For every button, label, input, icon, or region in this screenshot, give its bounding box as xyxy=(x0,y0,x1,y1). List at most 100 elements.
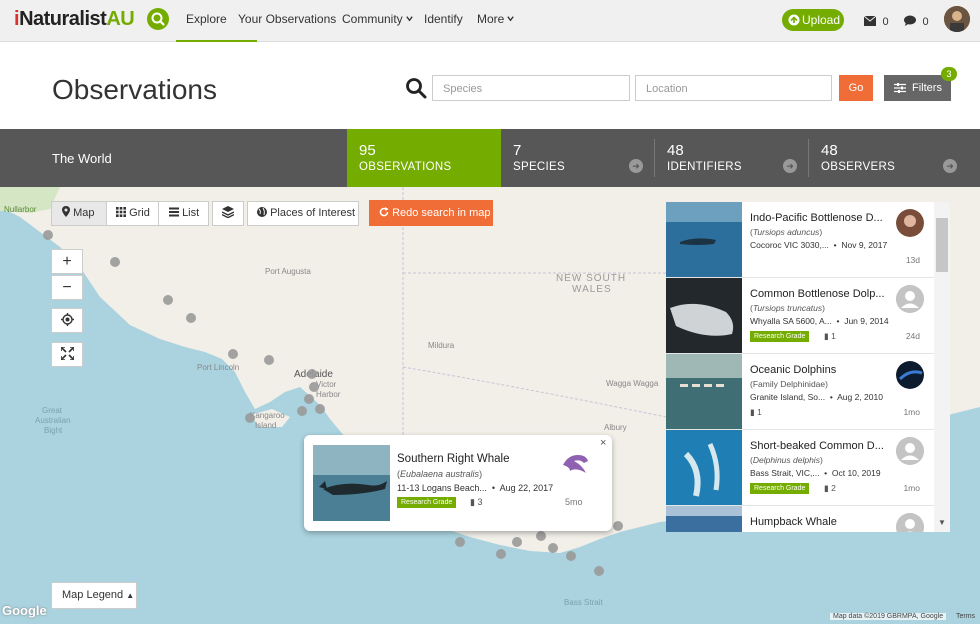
observation-marker[interactable] xyxy=(264,355,274,365)
globe-icon xyxy=(257,207,267,217)
grid-view-toggle[interactable]: Grid xyxy=(106,201,159,226)
arrow-right-icon: ➜ xyxy=(629,159,643,173)
list-item[interactable]: Short-beaked Common D... (Delphinus delp… xyxy=(666,430,950,506)
map-label: Great xyxy=(42,406,63,415)
observation-marker[interactable] xyxy=(43,230,53,240)
observation-marker[interactable] xyxy=(307,369,317,379)
species-input[interactable]: Species xyxy=(432,75,630,101)
observation-popup[interactable]: Southern Right Whale (Eubalaena australi… xyxy=(304,435,612,531)
observation-marker[interactable] xyxy=(315,404,325,414)
upload-button[interactable]: Upload xyxy=(782,9,844,31)
site-logo[interactable]: iNaturalistAU xyxy=(14,8,135,31)
location-input[interactable]: Location xyxy=(635,75,832,101)
map-view-toggle[interactable]: Map xyxy=(51,201,107,226)
observation-marker[interactable] xyxy=(297,406,307,416)
messages-link[interactable]: 0 xyxy=(863,13,889,31)
filters-button[interactable]: Filters xyxy=(884,75,951,101)
arrow-right-icon: ➜ xyxy=(783,159,797,173)
filters-count-badge: 3 xyxy=(941,67,957,81)
stat-species[interactable]: 7 SPECIES ➜ xyxy=(501,129,655,187)
nav-search-button[interactable] xyxy=(147,8,169,30)
user-avatar[interactable] xyxy=(944,6,970,32)
nav-community[interactable]: Community xyxy=(342,12,414,26)
refresh-icon xyxy=(379,207,389,217)
popup-ids-count: ▮ 3 xyxy=(470,497,483,507)
list-view-toggle[interactable]: List xyxy=(158,201,209,226)
observation-list[interactable]: Indo-Pacific Bottlenose D... (Tursiops a… xyxy=(666,202,950,532)
observation-marker[interactable] xyxy=(309,382,319,392)
notifications-link[interactable]: 0 xyxy=(904,13,929,31)
default-avatar-icon[interactable] xyxy=(896,437,924,465)
map-label: Bass Strait xyxy=(564,598,603,607)
zoom-in-button[interactable]: + xyxy=(51,249,83,274)
stat-observers[interactable]: 48 OBSERVERS ➜ xyxy=(809,129,969,187)
observation-marker[interactable] xyxy=(536,531,546,541)
user-avatar[interactable] xyxy=(896,361,924,389)
google-logo: Google xyxy=(2,603,47,618)
nav-more[interactable]: More xyxy=(477,12,515,26)
scroll-down-icon[interactable]: ▼ xyxy=(938,518,946,527)
top-navbar: iNaturalistAU Explore Your Observations … xyxy=(0,0,980,42)
map-pin-icon xyxy=(62,206,70,217)
map-legend-button[interactable]: Map Legend ▲ xyxy=(51,582,137,609)
observation-marker[interactable] xyxy=(228,349,238,359)
map-label: Nullarbor xyxy=(4,205,37,214)
default-avatar-icon[interactable] xyxy=(896,285,924,313)
list-item[interactable]: Indo-Pacific Bottlenose D... (Tursiops a… xyxy=(666,202,950,278)
locate-me-button[interactable] xyxy=(51,308,83,333)
go-button[interactable]: Go xyxy=(839,75,873,101)
map-attribution: Map data ©2019 GBRMPA, Google xyxy=(830,613,947,620)
user-avatar[interactable] xyxy=(896,209,924,237)
observation-marker[interactable] xyxy=(245,413,255,423)
list-scrollbar[interactable]: ▼ xyxy=(934,202,950,532)
places-of-interest-button[interactable]: Places of Interest xyxy=(247,201,359,226)
user-photo-icon xyxy=(944,6,970,32)
observation-marker[interactable] xyxy=(613,521,623,531)
list-item[interactable]: Oceanic Dolphins (Family Delphinidae) Gr… xyxy=(666,354,950,430)
observation-marker[interactable] xyxy=(496,549,506,559)
popup-age: 5mo xyxy=(565,497,583,507)
observation-marker[interactable] xyxy=(594,566,604,576)
map-layers-button[interactable] xyxy=(212,201,244,226)
nav-identify[interactable]: Identify xyxy=(424,12,463,26)
sliders-icon xyxy=(894,83,906,93)
redo-search-button[interactable]: Redo search in map xyxy=(369,200,493,226)
chevron-down-icon xyxy=(405,16,413,22)
layers-icon xyxy=(221,206,235,219)
observation-marker[interactable] xyxy=(548,543,558,553)
envelope-icon xyxy=(863,15,877,26)
stat-observations[interactable]: 95 OBSERVATIONS xyxy=(347,129,501,187)
zoom-out-button[interactable]: − xyxy=(51,275,83,300)
chat-bubble-icon xyxy=(904,15,916,26)
scrollbar-thumb[interactable] xyxy=(936,218,948,272)
terms-link[interactable]: Terms xyxy=(956,613,975,620)
observation-marker[interactable] xyxy=(186,313,196,323)
observation-marker[interactable] xyxy=(304,394,314,404)
list-item[interactable]: Humpback Whale xyxy=(666,506,950,532)
search-icon xyxy=(406,78,427,99)
id-icon: ▮ xyxy=(824,331,829,341)
chevron-down-icon xyxy=(507,16,515,22)
observation-marker[interactable] xyxy=(455,537,465,547)
observation-marker[interactable] xyxy=(163,295,173,305)
observation-photo xyxy=(666,354,742,429)
nav-your-observations[interactable]: Your Observations xyxy=(238,12,336,26)
fullscreen-button[interactable] xyxy=(51,342,83,367)
list-item[interactable]: Common Bottlenose Dolp... (Tursiops trun… xyxy=(666,278,950,354)
stat-identifiers[interactable]: 48 IDENTIFIERS ➜ xyxy=(655,129,809,187)
observation-marker[interactable] xyxy=(566,551,576,561)
observation-photo xyxy=(666,202,742,277)
observation-marker[interactable] xyxy=(512,537,522,547)
observation-marker[interactable] xyxy=(110,257,120,267)
arrow-right-icon: ➜ xyxy=(943,159,957,173)
research-grade-badge: Research Grade xyxy=(750,331,810,342)
map-label: WALES xyxy=(572,284,612,295)
popup-common-name[interactable]: Southern Right Whale xyxy=(397,453,510,465)
close-icon[interactable]: × xyxy=(600,437,606,449)
search-icon xyxy=(151,12,165,26)
map-label: Albury xyxy=(604,423,627,432)
taxon-icon xyxy=(563,455,588,473)
default-avatar-icon[interactable] xyxy=(896,513,924,532)
map-label: Victor xyxy=(316,380,337,389)
observation-photo xyxy=(666,430,742,505)
